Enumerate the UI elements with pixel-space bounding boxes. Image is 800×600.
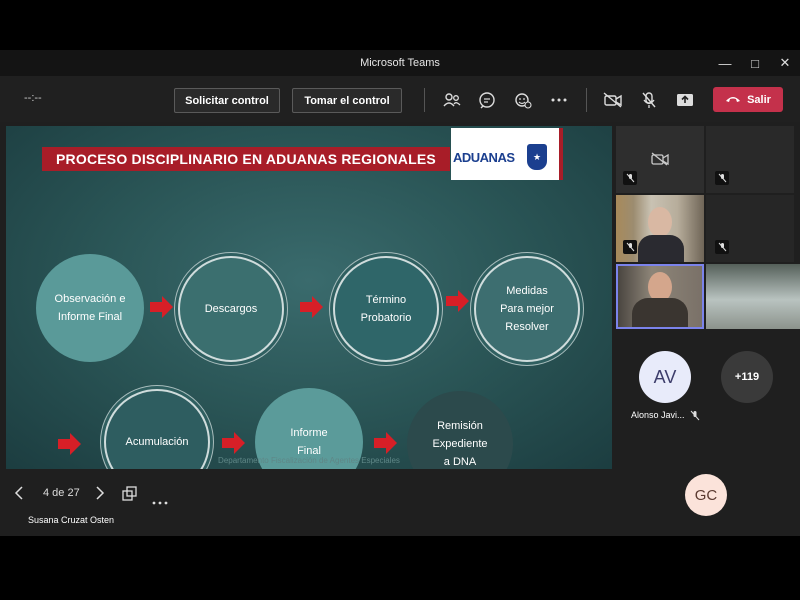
video-feed	[706, 264, 800, 329]
participants-icon[interactable]	[442, 90, 462, 110]
minimize-icon[interactable]: —	[710, 50, 740, 76]
teams-window: Microsoft Teams — □ ✕ --:-- Solicitar co…	[0, 50, 800, 536]
take-control-button[interactable]: Tomar el control	[292, 88, 402, 113]
shield-icon: ★	[527, 144, 547, 170]
previous-slide-icon[interactable]	[14, 486, 28, 502]
participant-video-tile[interactable]	[706, 264, 800, 329]
step-descargos: Descargos	[178, 256, 284, 362]
toolbar-separator	[586, 88, 587, 112]
participant-body	[638, 235, 684, 262]
chat-icon[interactable]	[477, 90, 497, 110]
self-avatar[interactable]: GC	[685, 474, 727, 516]
hang-up-icon	[725, 94, 741, 106]
participant-body	[632, 298, 688, 327]
request-control-button[interactable]: Solicitar control	[174, 88, 280, 113]
avatar[interactable]: AV	[639, 351, 691, 403]
mic-off-icon	[715, 240, 729, 254]
window-title: Microsoft Teams	[360, 57, 440, 69]
step-text: Informe Final	[57, 311, 123, 323]
active-speaker-tile[interactable]	[616, 264, 704, 329]
step-observacion: Observación e Informe Final	[36, 254, 144, 362]
maximize-icon[interactable]: □	[740, 50, 770, 76]
arrow-icon	[446, 290, 470, 312]
meeting-toolbar: --:-- Solicitar control Tomar el control	[0, 76, 800, 122]
share-screen-icon[interactable]	[675, 90, 695, 110]
meeting-timer: --:--	[24, 92, 42, 104]
reactions-icon[interactable]	[513, 90, 533, 110]
close-icon[interactable]: ✕	[770, 50, 800, 76]
leave-button[interactable]: Salir	[713, 87, 783, 112]
step-text: Medidas	[506, 285, 548, 297]
step-text: Para mejor	[500, 303, 554, 315]
arrow-icon	[374, 432, 398, 454]
step-text: Observación e	[54, 293, 126, 305]
presenter-name: Susana Cruzat Osten	[28, 515, 115, 525]
step-text: Remisión	[437, 420, 483, 432]
slide-title: PROCESO DISCIPLINARIO EN ADUANAS REGIONA…	[42, 147, 450, 171]
title-bar: Microsoft Teams — □ ✕	[0, 50, 800, 76]
slide-page-counter: 4 de 27	[43, 487, 80, 499]
mic-off-icon[interactable]	[639, 90, 659, 110]
arrow-icon	[58, 433, 82, 455]
participant-tile[interactable]	[706, 126, 794, 193]
step-text: Expediente	[432, 438, 488, 450]
step-termino: Término Probatorio	[333, 256, 439, 362]
more-participants-button[interactable]: +119	[721, 351, 773, 403]
toolbar-separator	[424, 88, 425, 112]
shared-slide: PROCESO DISCIPLINARIO EN ADUANAS REGIONA…	[6, 126, 612, 469]
mic-off-icon	[715, 171, 729, 185]
mic-off-icon	[623, 240, 637, 254]
video-off-icon	[651, 152, 669, 171]
step-text: Acumulación	[125, 436, 189, 448]
step-medidas: Medidas Para mejor Resolver	[474, 256, 580, 362]
participant-tile[interactable]	[616, 126, 704, 193]
slide-more-icon[interactable]	[152, 492, 168, 505]
slide-footer: Departamento Fiscalización de Agentes Es…	[218, 456, 400, 465]
mic-off-icon	[623, 171, 637, 185]
step-text: Descargos	[204, 303, 258, 315]
arrow-icon	[222, 432, 246, 454]
aduanas-logo: ADUANAS ★	[451, 128, 563, 180]
step-text: Resolver	[505, 321, 549, 333]
next-slide-icon[interactable]	[95, 486, 109, 502]
participant-tile[interactable]	[706, 195, 794, 262]
camera-off-icon[interactable]	[603, 90, 623, 110]
step-text: Informe	[290, 427, 328, 439]
leave-label: Salir	[747, 93, 771, 106]
step-text: Probatorio	[360, 312, 412, 324]
participant-face	[648, 207, 672, 237]
arrow-icon	[300, 296, 324, 318]
participant-name: Alonso Javi...	[631, 410, 685, 420]
logo-text: ADUANAS	[453, 150, 515, 165]
participant-video-tile[interactable]	[616, 195, 704, 262]
more-options-icon[interactable]	[549, 90, 569, 110]
step-text: Término	[365, 294, 407, 306]
mic-off-icon	[690, 408, 700, 426]
arrow-icon	[150, 296, 174, 318]
grid-view-icon[interactable]	[122, 486, 138, 502]
window-controls: — □ ✕	[710, 50, 800, 76]
